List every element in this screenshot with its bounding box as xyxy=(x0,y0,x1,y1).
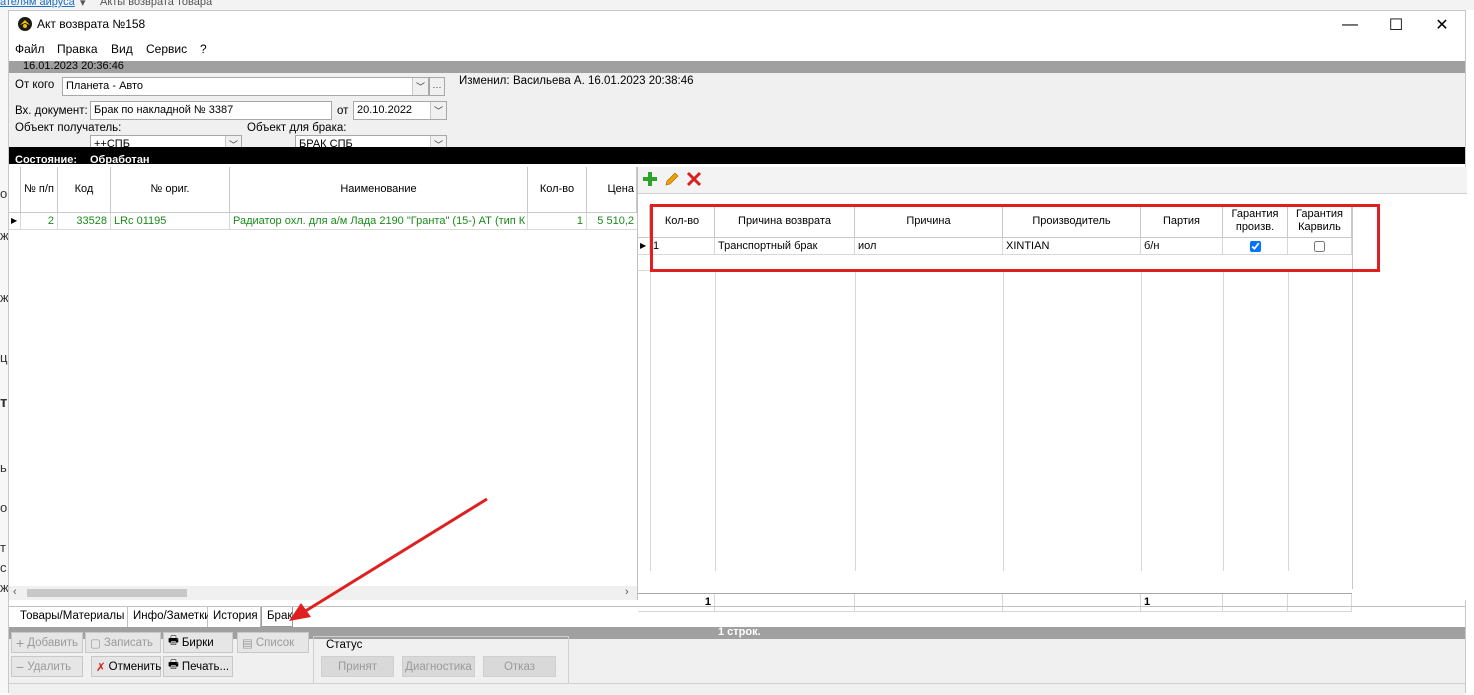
printer-icon: 🖶 xyxy=(168,659,179,671)
close-button[interactable]: ✕ xyxy=(1419,11,1465,39)
goods-col-name[interactable]: Наименование xyxy=(230,167,528,213)
goods-col-orig[interactable]: № ориг. xyxy=(111,167,230,213)
minimize-button[interactable]: — xyxy=(1327,11,1373,39)
menu-view[interactable]: Вид xyxy=(111,42,133,56)
date-dropdown-icon[interactable]: ﹀ xyxy=(430,102,446,119)
accepted-button[interactable]: Принят xyxy=(321,656,394,677)
date-label: от xyxy=(337,105,349,117)
delete-row-icon[interactable] xyxy=(686,171,702,187)
tab-history[interactable]: История xyxy=(208,607,261,627)
goods-col-num[interactable]: № п/п xyxy=(21,167,58,213)
changed-value: Васильева А. 16.01.2023 20:38:46 xyxy=(513,75,694,87)
menu-file[interactable]: Файл xyxy=(15,42,45,56)
background-crumb-link[interactable]: ателям айруса xyxy=(0,0,75,8)
goods-cell-orig: LRc 01195 xyxy=(111,213,230,230)
footer-batch-total: 1 xyxy=(1141,594,1223,612)
tags-button[interactable]: 🖶 Бирки xyxy=(163,632,233,653)
goods-row-indicator-head xyxy=(9,167,21,213)
goods-cell-price: 5 510,2 xyxy=(587,213,637,230)
background-crumb-current: Акты возврата товара xyxy=(100,0,213,8)
from-label: От кого xyxy=(15,79,55,91)
recipient-label: Объект получатель: xyxy=(15,122,122,134)
window-title: Акт возврата №158 xyxy=(37,17,146,31)
title-bar: Акт возврата №158 — ☐ ✕ xyxy=(9,11,1465,39)
goods-cell-num: 2 xyxy=(21,213,58,230)
annotation-arrow-icon xyxy=(289,497,488,621)
menu-service[interactable]: Сервис xyxy=(146,42,187,56)
defect-row-indicator-head xyxy=(638,205,650,238)
row-pointer-icon: ▶ xyxy=(9,213,21,230)
minus-icon: − xyxy=(16,658,25,675)
created-date-bar: 16.01.2023 20:36:46 xyxy=(9,60,1465,73)
goods-col-qty[interactable]: Кол-во xyxy=(528,167,587,213)
scroll-right-icon[interactable]: › xyxy=(625,586,629,598)
add-button[interactable]: + Добавить xyxy=(11,632,83,653)
row-count: 1 строк. xyxy=(718,626,761,638)
from-browse-icon[interactable]: ··· xyxy=(429,77,445,96)
goods-cell-qty: 1 xyxy=(528,213,587,230)
tab-info[interactable]: Инфо/Заметки xyxy=(128,607,211,627)
delete-button[interactable]: − Удалить xyxy=(11,656,83,677)
scroll-left-icon[interactable]: ‹ xyxy=(13,586,17,598)
cancel-icon: ✗ xyxy=(96,661,106,674)
save-icon: ▢ xyxy=(90,637,101,650)
tab-goods[interactable]: Товары/Материалы xyxy=(15,607,128,627)
defect-panel: Кол-во Причина возврата Причина Производ… xyxy=(638,167,1467,612)
cancel-button[interactable]: ✗ Отменить xyxy=(91,656,161,677)
background-crumb-separator: ▾ xyxy=(80,0,86,9)
from-combo[interactable]: Планета - Авто xyxy=(62,77,429,96)
scroll-thumb[interactable] xyxy=(27,589,187,597)
save-button[interactable]: ▢ Записать xyxy=(85,632,161,653)
plus-icon: + xyxy=(16,634,25,651)
menu-help[interactable]: ? xyxy=(200,42,207,56)
defect-footer: 1 1 xyxy=(638,593,1352,612)
rejected-button[interactable]: Отказ xyxy=(483,656,556,677)
act-window: Акт возврата №158 — ☐ ✕ Файл Правка Вид … xyxy=(8,10,1467,695)
background-app-breadcrumb: ателям айруса ▾ Акты возврата товара xyxy=(0,0,1474,10)
add-row-icon[interactable] xyxy=(642,171,658,187)
goods-col-price[interactable]: Цена xyxy=(587,167,637,213)
highlight-box xyxy=(650,204,1380,272)
defect-toolbar xyxy=(638,167,1467,194)
status-line xyxy=(9,683,1465,695)
doc-input[interactable]: Брак по накладной № 3387 xyxy=(90,101,332,120)
row-pointer-icon: ▶ xyxy=(638,238,650,255)
defect-object-label: Объект для брака: xyxy=(247,122,347,134)
list-icon: ▤ xyxy=(242,637,253,650)
goods-cell-name: Радиатор охл. для а/м Лада 2190 "Гранта"… xyxy=(230,213,528,230)
changed-label: Изменил: xyxy=(459,75,510,87)
app-logo-icon xyxy=(18,17,32,31)
print-button[interactable]: 🖶 Печать... xyxy=(163,656,233,677)
from-dropdown-icon[interactable]: ﹀ xyxy=(412,78,428,95)
created-date: 16.01.2023 20:36:46 xyxy=(23,60,124,72)
menu-bar: Файл Правка Вид Сервис ? xyxy=(9,41,1465,59)
maximize-button[interactable]: ☐ xyxy=(1373,11,1419,39)
state-label: Состояние: xyxy=(15,154,78,166)
edit-row-icon[interactable] xyxy=(664,171,680,187)
list-button[interactable]: ▤ Список xyxy=(237,632,309,653)
goods-cell-code: 33528 xyxy=(58,213,111,230)
goods-col-code[interactable]: Код xyxy=(58,167,111,213)
state-value: Обработан xyxy=(90,154,150,166)
doc-label: Вх. документ: xyxy=(15,105,88,117)
menu-edit[interactable]: Правка xyxy=(57,42,98,56)
status-group-title: Статус xyxy=(324,639,365,651)
footer-qty-total: 1 xyxy=(638,594,715,612)
printer-icon: 🖶 xyxy=(168,635,179,647)
state-bar: Состояние: Обработан xyxy=(9,147,1465,166)
diagnostics-button[interactable]: Диагностика xyxy=(402,656,475,677)
